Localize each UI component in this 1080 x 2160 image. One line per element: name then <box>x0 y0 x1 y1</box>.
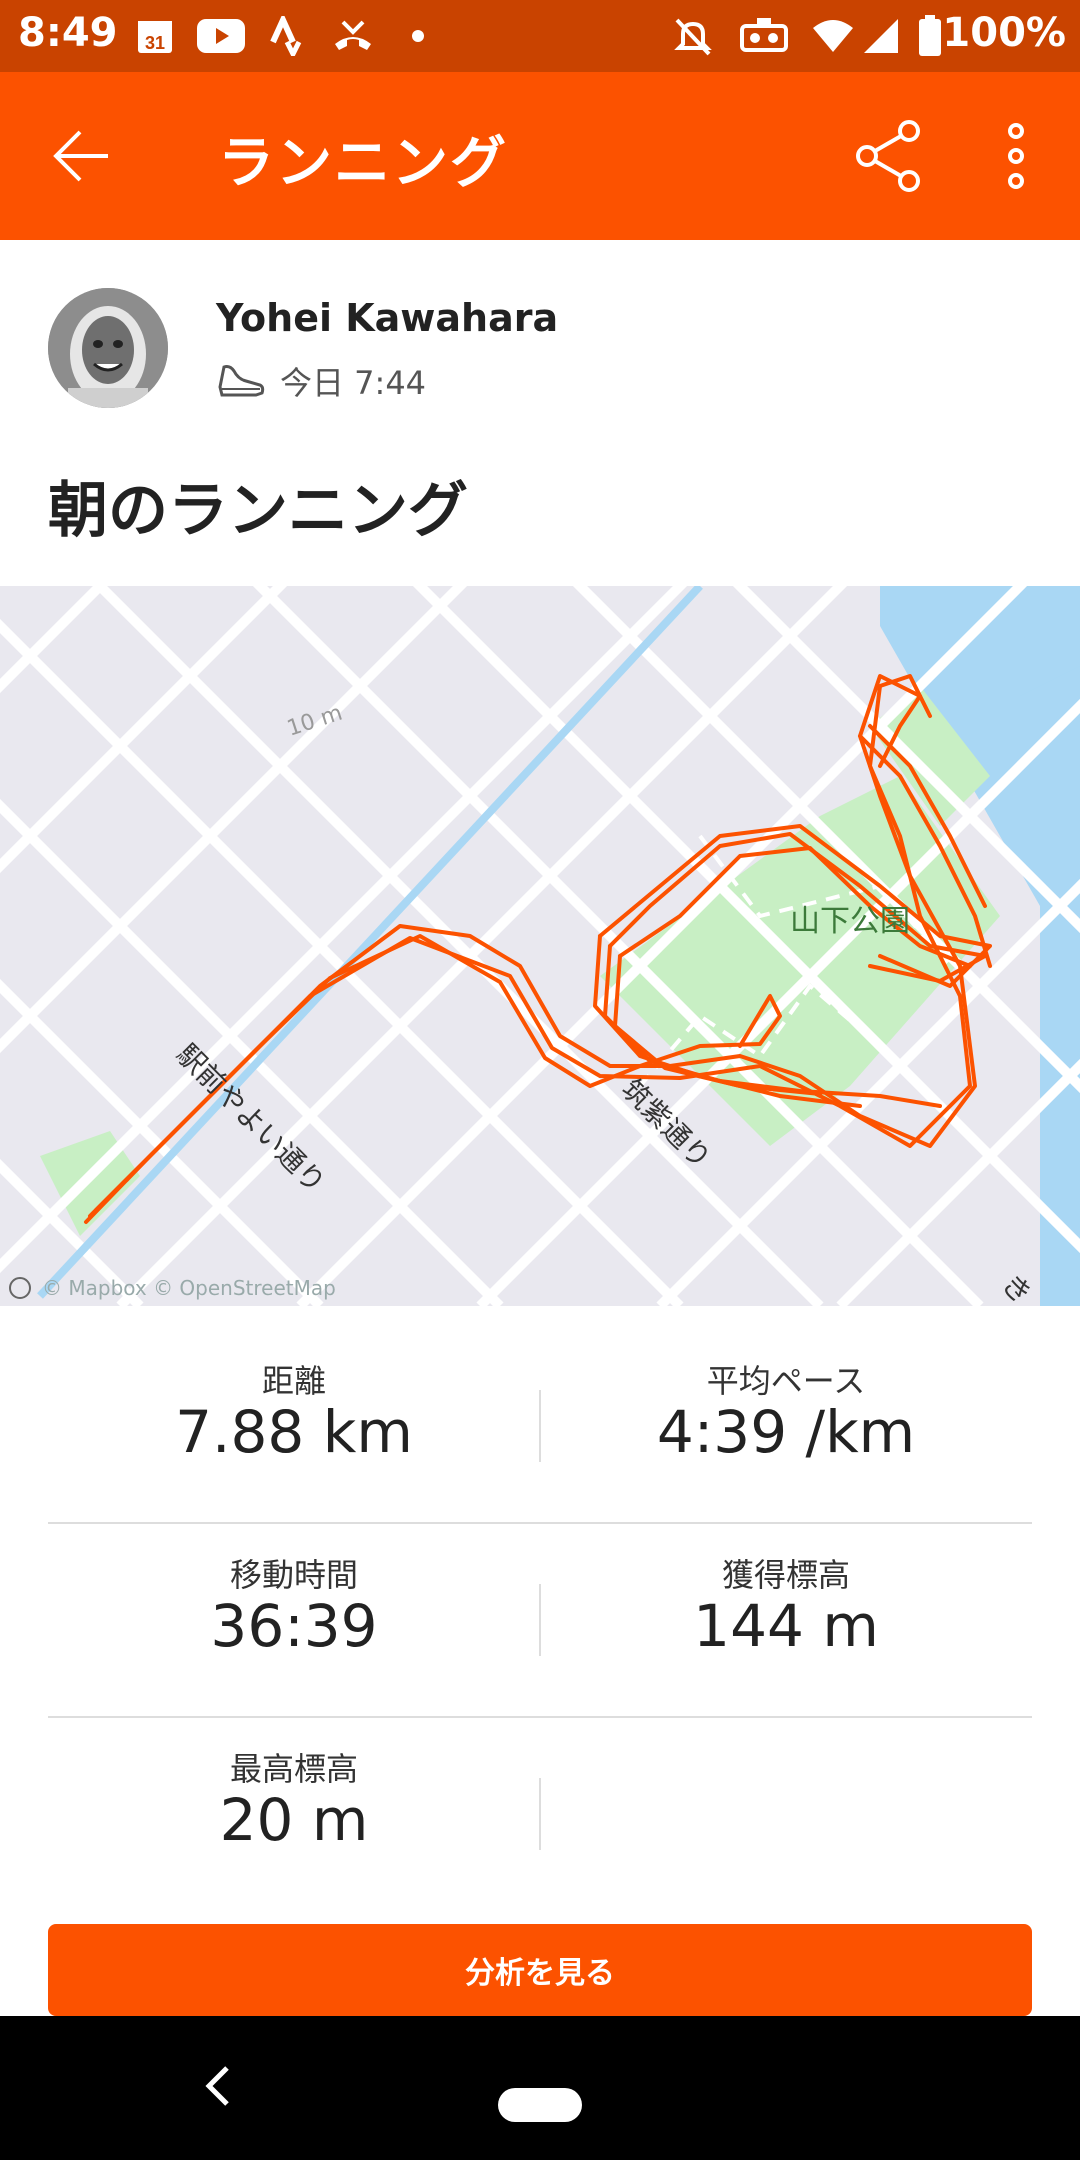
stat-value: 20 m <box>219 1786 369 1854</box>
stat-value: 144 m <box>693 1592 879 1660</box>
calendar-day: 31 <box>145 33 165 53</box>
athlete-name[interactable]: Yohei Kawahara <box>216 296 558 340</box>
stat-elevation-gain: 獲得標高 144 m <box>540 1500 1032 1694</box>
battery-percent: 100% <box>942 10 1066 56</box>
route-map[interactable]: 10 m 山下公園 駅前やよい通り 筑紫通り き © Mapbox © Open… <box>0 586 1080 1306</box>
nav-back-button[interactable] <box>188 2056 248 2116</box>
stats-row: 最高標高 20 m <box>48 1694 1032 1888</box>
view-analysis-label: 分析を見る <box>465 1956 615 1991</box>
activity-title: 朝のランニング <box>48 476 468 546</box>
stat-value: 36:39 <box>210 1592 378 1660</box>
shoe-icon <box>218 365 265 397</box>
stat-empty <box>540 1694 1032 1888</box>
system-nav-bar <box>0 2016 1080 2160</box>
more-vertical-icon <box>1008 123 1024 189</box>
share-button[interactable] <box>848 116 928 196</box>
map-canvas: 10 m 山下公園 駅前やよい通り 筑紫通り き <box>0 586 1080 1306</box>
activity-meta: 今日 7:44 <box>216 358 426 404</box>
arrow-left-icon <box>53 130 108 182</box>
mapbox-logo-icon[interactable] <box>9 1277 31 1299</box>
stat-label: 距離 <box>261 1362 326 1400</box>
share-icon <box>856 120 920 192</box>
view-analysis-button[interactable]: 分析を見る <box>48 1924 1032 2016</box>
more-button[interactable] <box>976 116 1056 196</box>
vr-icon <box>738 14 790 58</box>
back-button[interactable] <box>42 116 122 196</box>
stats-row: 距離 7.88 km 平均ペース 4:39 /km <box>48 1306 1032 1500</box>
activity-time: 今日 7:44 <box>280 364 427 402</box>
stat-max-elevation: 最高標高 20 m <box>48 1694 540 1888</box>
stat-label: 獲得標高 <box>721 1556 850 1594</box>
status-bar: 8:49 31 100% <box>0 0 1080 72</box>
stat-value: 4:39 /km <box>656 1398 916 1466</box>
stats-row: 移動時間 36:39 獲得標高 144 m <box>48 1500 1032 1694</box>
youtube-icon <box>196 14 246 58</box>
map-attribution[interactable]: © Mapbox © OpenStreetMap <box>42 1276 336 1300</box>
stat-label: 平均ペース <box>706 1362 866 1400</box>
missed-call-icon <box>330 14 376 58</box>
map-label-edge: き <box>995 1268 1038 1306</box>
battery-icon <box>916 14 944 58</box>
nav-home-button[interactable] <box>498 2088 582 2122</box>
activity-header: Yohei Kawahara 今日 7:44 朝のランニング <box>0 240 1080 586</box>
chevron-left-icon <box>205 2066 229 2106</box>
wifi-icon <box>810 14 856 58</box>
stat-value: 7.88 km <box>175 1398 413 1466</box>
app-bar-title: ランニング <box>218 131 508 196</box>
stat-distance: 距離 7.88 km <box>48 1306 540 1500</box>
signal-icon <box>860 14 902 58</box>
avatar[interactable] <box>48 288 168 408</box>
app-bar: ランニング <box>0 72 1080 240</box>
stat-label: 移動時間 <box>229 1556 358 1594</box>
map-label-park: 山下公園 <box>790 904 910 939</box>
athlete-photo <box>48 288 168 408</box>
strava-icon <box>266 14 306 58</box>
stat-avg-pace: 平均ペース 4:39 /km <box>540 1306 1032 1500</box>
mute-icon <box>670 14 716 58</box>
stat-moving-time: 移動時間 36:39 <box>48 1500 540 1694</box>
status-time: 8:49 <box>18 10 118 56</box>
calendar-icon: 31 <box>134 14 176 58</box>
stat-label: 最高標高 <box>229 1750 358 1788</box>
dot-icon <box>408 14 428 58</box>
